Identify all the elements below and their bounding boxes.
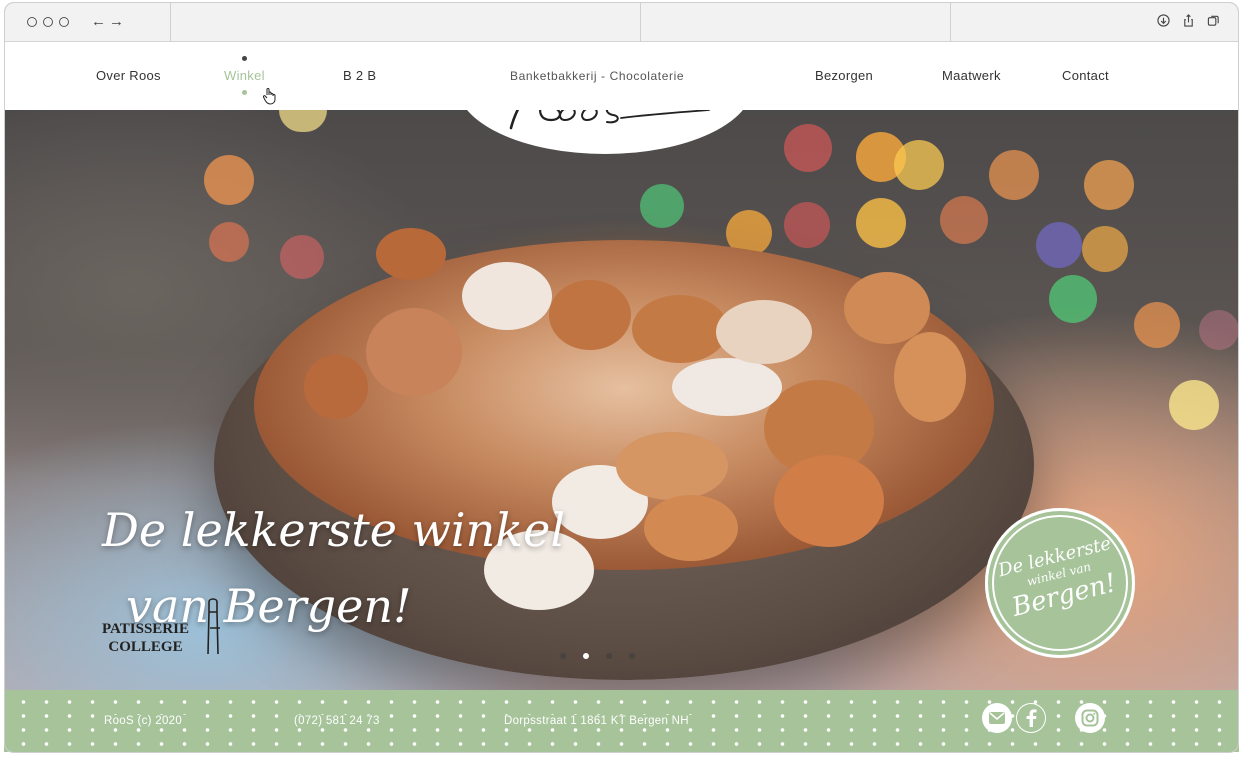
- nav-over-roos[interactable]: Over Roos: [96, 68, 161, 83]
- partner-logo-line-2: COLLEGE: [108, 639, 183, 655]
- tab-divider: [170, 3, 171, 42]
- bokeh-light: [1134, 302, 1180, 348]
- pastry: [366, 308, 462, 396]
- menu-indicator-dot: [242, 56, 247, 61]
- forward-arrow-icon[interactable]: →: [109, 13, 127, 30]
- tab-divider: [950, 3, 951, 42]
- bokeh-light: [1084, 160, 1134, 210]
- slide-dot[interactable]: [560, 653, 566, 659]
- tab-divider: [640, 3, 641, 42]
- pastry: [894, 332, 966, 422]
- bokeh-light: [784, 202, 830, 248]
- pastry: [632, 295, 728, 363]
- slider-pagination: [560, 653, 635, 659]
- bokeh-light: [1036, 222, 1082, 268]
- partner-logo-line-1: PATISSERIE: [102, 621, 189, 637]
- pastry: [304, 355, 368, 419]
- bokeh-light: [856, 198, 906, 248]
- bokeh-light: [1049, 275, 1097, 323]
- bokeh-light: [279, 110, 327, 132]
- hero-image: De lekkerste winkel van Bergen! PATISSER…: [4, 110, 1239, 690]
- bokeh-light: [209, 222, 249, 262]
- minimize-window-button[interactable]: [43, 17, 53, 27]
- slide-dot-active[interactable]: [583, 653, 589, 659]
- bokeh-light: [989, 150, 1039, 200]
- facebook-icon[interactable]: [1016, 703, 1046, 733]
- logo-badge[interactable]: [457, 110, 753, 154]
- tabs-icon[interactable]: [1207, 14, 1220, 27]
- bokeh-light: [1199, 310, 1239, 350]
- nav-winkel[interactable]: Winkel: [224, 68, 265, 83]
- bokeh-light: [1169, 380, 1219, 430]
- bokeh-light: [1082, 226, 1128, 272]
- download-icon[interactable]: [1157, 14, 1170, 27]
- instagram-icon[interactable]: [1075, 703, 1105, 733]
- browser-toolbar: ←→: [4, 2, 1239, 42]
- footer-address: Dorpsstraat 1 1861 KT Bergen NH: [498, 715, 695, 727]
- toolbar-actions: [1157, 14, 1220, 27]
- roos-logo[interactable]: [503, 110, 713, 136]
- history-navigation: ←→: [91, 13, 127, 30]
- pastry: [376, 228, 446, 280]
- pastry: [844, 272, 930, 344]
- site-footer: RooS (c) 2020 (072) 581 24 73 Dorpsstraa…: [4, 690, 1239, 752]
- nav-contact[interactable]: Contact: [1062, 68, 1109, 83]
- slide-dot[interactable]: [629, 653, 635, 659]
- badge-text: De lekkerste winkel van Bergen!: [979, 529, 1140, 628]
- pastry: [672, 358, 782, 416]
- site-header: Over Roos Winkel B 2 B Banketbakkerij - …: [4, 42, 1239, 119]
- pastry: [774, 455, 884, 547]
- nav-maatwerk[interactable]: Maatwerk: [942, 68, 1001, 83]
- bokeh-light: [204, 155, 254, 205]
- window-controls: [27, 17, 69, 27]
- bokeh-light: [784, 124, 832, 172]
- footer-phone[interactable]: (072) 581 24 73: [288, 715, 386, 727]
- bokeh-light: [280, 235, 324, 279]
- close-window-button[interactable]: [27, 17, 37, 27]
- pastry: [616, 432, 728, 500]
- back-arrow-icon[interactable]: ←: [91, 13, 109, 30]
- brand-tagline: Banketbakkerij - Chocolaterie: [510, 69, 685, 83]
- menu-indicator-dot: [242, 90, 247, 95]
- chef-hat-icon: [207, 598, 220, 655]
- bokeh-light: [894, 140, 944, 190]
- nav-b2b[interactable]: B 2 B: [343, 68, 376, 83]
- share-icon[interactable]: [1182, 14, 1195, 27]
- slide-dot[interactable]: [606, 653, 612, 659]
- pastry: [549, 280, 631, 350]
- patisserie-college-logo[interactable]: PATISSERIE COLLEGE: [102, 598, 220, 656]
- nav-bezorgen[interactable]: Bezorgen: [815, 68, 873, 83]
- pastry: [462, 262, 552, 330]
- headline-line-1: De lekkerste winkel: [102, 503, 566, 557]
- footer-copyright: RooS (c) 2020: [98, 715, 189, 727]
- mail-icon[interactable]: [982, 703, 1012, 733]
- promo-badge: De lekkerste winkel van Bergen!: [985, 508, 1135, 658]
- bokeh-light: [940, 196, 988, 244]
- pastry: [644, 495, 738, 561]
- pastry: [716, 300, 812, 364]
- maximize-window-button[interactable]: [59, 17, 69, 27]
- hand-cursor-icon: [263, 88, 276, 105]
- bokeh-light: [640, 184, 684, 228]
